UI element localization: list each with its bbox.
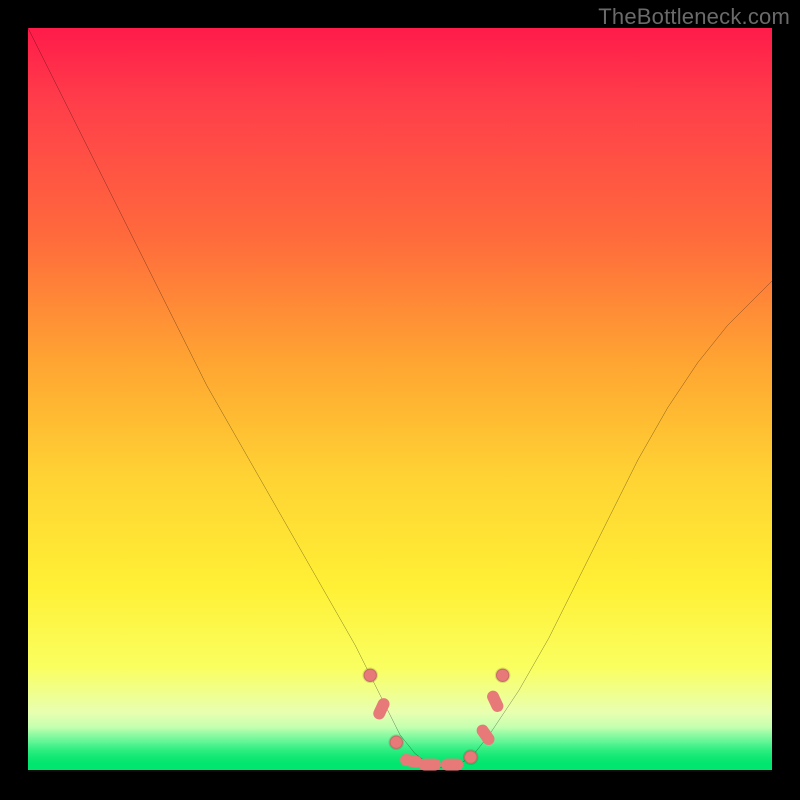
curve-marker-dot [496,669,509,682]
curve-marker-capsule [474,722,497,747]
chart-stage: TheBottleneck.com [0,0,800,800]
curve-marker-dot [390,736,403,749]
curve-marker-dot [364,669,377,682]
curve-marker-capsule [485,689,505,714]
watermark-text: TheBottleneck.com [598,4,790,30]
curve-marker-capsule [441,759,463,771]
curve-marker-dot [464,750,477,763]
curve-markers [364,669,510,771]
chart-svg [28,28,772,772]
chart-plot-area [28,28,772,772]
bottleneck-curve [28,28,772,768]
curve-marker-capsule [419,759,441,771]
curve-marker-capsule [371,696,391,721]
